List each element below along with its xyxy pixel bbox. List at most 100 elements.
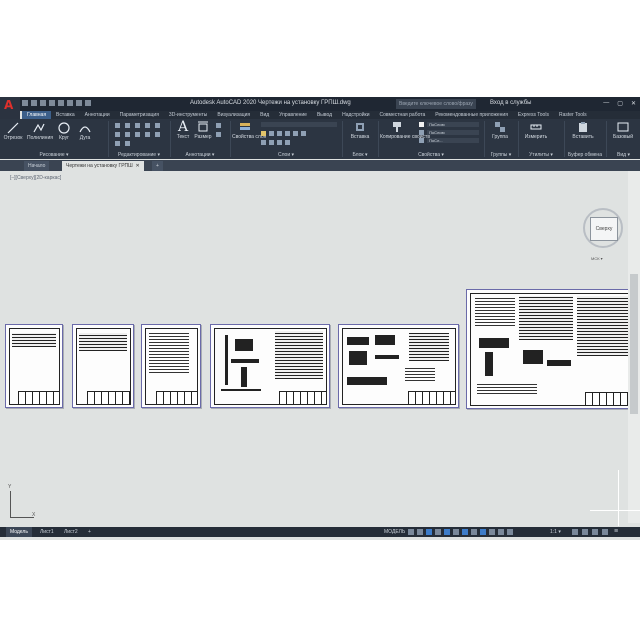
drawing-sheet[interactable] [141, 324, 201, 408]
match-properties-tool[interactable]: Копирование свойств [380, 121, 430, 140]
lineweight-icon[interactable] [419, 130, 424, 135]
table-icon[interactable] [216, 132, 221, 137]
model-tab[interactable]: Модель [6, 527, 32, 537]
drawing-canvas[interactable]: [–][Сверху][2D-каркас] Сверху МСК ▾ Y X [0, 171, 640, 523]
annotation-scale[interactable]: 1:1 ▾ [546, 527, 565, 537]
mirror-icon[interactable] [115, 132, 120, 137]
new-icon[interactable] [22, 100, 28, 106]
customize-icon[interactable]: ≡ [614, 528, 618, 535]
insert-tool[interactable]: Вставка [346, 121, 374, 140]
maximize-button[interactable]: ▢ [617, 100, 623, 107]
tab-addins[interactable]: Надстройки [337, 111, 374, 119]
scroll-thumb[interactable] [630, 274, 638, 414]
linetype-dropdown[interactable]: ПоСл... [427, 138, 479, 143]
web-icon[interactable] [58, 100, 64, 106]
line-tool[interactable]: Отрезок [3, 122, 23, 141]
new-tab-button[interactable]: + [152, 161, 163, 171]
rotate-icon[interactable] [125, 123, 130, 128]
drawing-sheet[interactable] [210, 324, 330, 408]
copy-icon[interactable] [155, 123, 160, 128]
group-tool[interactable]: Группа [488, 121, 512, 140]
drawing-sheet[interactable] [72, 324, 134, 408]
layout1-tab[interactable]: Лист1 [36, 527, 58, 537]
scale-icon[interactable] [155, 132, 160, 137]
tab-parametric[interactable]: Параметризация [115, 111, 164, 119]
polyline-tool[interactable]: Полилиния [27, 122, 53, 141]
add-layout-tab[interactable]: + [84, 527, 95, 537]
tab-collaborate[interactable]: Совместная работа [375, 111, 431, 119]
transparency-icon[interactable] [471, 529, 477, 535]
tab-manage[interactable]: Управление [274, 111, 312, 119]
text-tool[interactable]: A Текст [174, 120, 192, 140]
layout2-tab[interactable]: Лист2 [60, 527, 82, 537]
tab-raster-tools[interactable]: Raster Tools [554, 111, 592, 119]
tab-visualize[interactable]: Визуализация [212, 111, 255, 119]
layer-lock-icon[interactable] [277, 131, 282, 136]
tab-express-tools[interactable]: Express Tools [513, 111, 554, 119]
polar-icon[interactable] [435, 529, 441, 535]
explode-icon[interactable] [135, 132, 140, 137]
tab-featured-apps[interactable]: Рекомендованные приложения [430, 111, 513, 119]
layer-walk-icon[interactable] [261, 140, 266, 145]
grid-icon[interactable] [408, 529, 414, 535]
base-view-tool[interactable]: Базовый [609, 121, 637, 140]
tab-view[interactable]: Вид [255, 111, 274, 119]
color-swatch-icon[interactable] [419, 122, 424, 127]
move-icon[interactable] [115, 123, 120, 128]
vertical-scrollbar[interactable] [628, 171, 640, 523]
drawing-sheet[interactable] [5, 324, 63, 408]
tab-drawing[interactable]: Чертежи на установку ГРПШ ✕ [62, 161, 144, 171]
dimension-tool[interactable]: Размер [194, 121, 212, 140]
array-icon[interactable] [115, 141, 120, 146]
tab-3d-tools[interactable]: 3D-инструменты [164, 111, 212, 119]
tab-annotate[interactable]: Аннотации [80, 111, 115, 119]
leader-icon[interactable] [216, 123, 221, 128]
workspace-icon[interactable] [572, 529, 578, 535]
minimize-button[interactable]: — [603, 100, 609, 107]
login-button[interactable]: Вход в службы [490, 100, 532, 106]
saveas-icon[interactable] [49, 100, 55, 106]
undo-icon[interactable] [76, 100, 82, 106]
snap-icon[interactable] [417, 529, 423, 535]
layer-on-icon[interactable] [261, 131, 266, 136]
drawing-sheet[interactable] [338, 324, 459, 408]
layer-properties-tool[interactable]: Свойства слоя [232, 121, 266, 140]
viewcube[interactable]: Сверху МСК ▾ [577, 200, 629, 270]
measure-tool[interactable]: Измерить [522, 121, 550, 140]
layer-previous-icon[interactable] [285, 140, 290, 145]
wcs-menu[interactable]: МСК ▾ [591, 256, 603, 261]
layer-merge-icon[interactable] [269, 140, 274, 145]
annotation-visibility-icon[interactable] [498, 529, 504, 535]
auto-scale-icon[interactable] [507, 529, 513, 535]
units-icon[interactable] [582, 529, 588, 535]
tab-output[interactable]: Вывод [312, 111, 337, 119]
viewport-controls[interactable]: [–][Сверху][2D-каркас] [10, 175, 61, 181]
close-tab-icon[interactable]: ✕ [134, 163, 139, 169]
paste-tool[interactable]: Вставить [569, 121, 597, 140]
layer-freeze-icon[interactable] [269, 131, 274, 136]
viewcube-face[interactable]: Сверху [590, 217, 618, 241]
lineweight-dropdown[interactable]: ПоСлою [427, 130, 479, 135]
isolate-icon[interactable] [592, 529, 598, 535]
arc-tool[interactable]: Дуга [76, 122, 94, 141]
color-dropdown[interactable]: ПоСлою [427, 122, 479, 127]
osnap-icon[interactable] [444, 529, 450, 535]
fillet-icon[interactable] [125, 132, 130, 137]
tab-start[interactable]: Начало [24, 161, 50, 171]
print-icon[interactable] [67, 100, 73, 106]
trim-icon[interactable] [135, 123, 140, 128]
tab-insert[interactable]: Вставка [51, 111, 80, 119]
linetype-icon[interactable] [419, 138, 424, 143]
layer-dropdown[interactable] [261, 122, 337, 127]
save-icon[interactable] [40, 100, 46, 106]
search-input[interactable]: Введите ключевое слово/фразу [396, 99, 476, 109]
layer-match-icon[interactable] [285, 131, 290, 136]
close-button[interactable]: ✕ [631, 100, 636, 107]
stretch-icon[interactable] [145, 132, 150, 137]
offset-icon[interactable] [125, 141, 130, 146]
layer-delete-icon[interactable] [277, 140, 282, 145]
dynamic-ucs-icon[interactable] [489, 529, 495, 535]
open-icon[interactable] [31, 100, 37, 106]
layer-iso-icon[interactable] [293, 131, 298, 136]
ortho-icon[interactable] [426, 529, 432, 535]
